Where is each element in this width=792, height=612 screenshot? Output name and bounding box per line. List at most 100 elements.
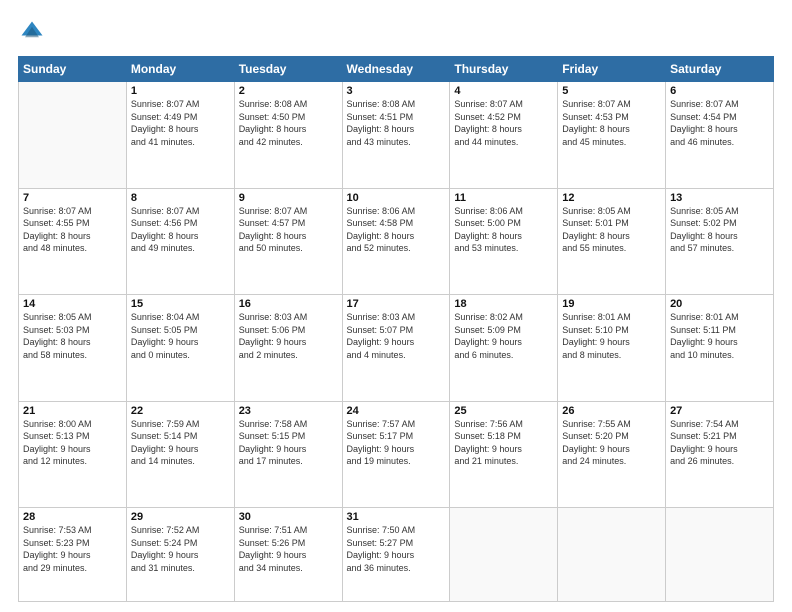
calendar-cell: 16Sunrise: 8:03 AM Sunset: 5:06 PM Dayli…: [234, 295, 342, 402]
calendar-cell: 20Sunrise: 8:01 AM Sunset: 5:11 PM Dayli…: [666, 295, 774, 402]
page: SundayMondayTuesdayWednesdayThursdayFrid…: [0, 0, 792, 612]
calendar-cell: 27Sunrise: 7:54 AM Sunset: 5:21 PM Dayli…: [666, 401, 774, 508]
weekday-header-row: SundayMondayTuesdayWednesdayThursdayFrid…: [19, 57, 774, 82]
day-info: Sunrise: 8:08 AM Sunset: 4:50 PM Dayligh…: [239, 98, 338, 148]
day-number: 20: [670, 298, 769, 310]
day-info: Sunrise: 7:50 AM Sunset: 5:27 PM Dayligh…: [347, 524, 446, 574]
calendar-cell: 30Sunrise: 7:51 AM Sunset: 5:26 PM Dayli…: [234, 508, 342, 602]
day-number: 19: [562, 298, 661, 310]
day-info: Sunrise: 7:58 AM Sunset: 5:15 PM Dayligh…: [239, 418, 338, 468]
day-number: 26: [562, 405, 661, 417]
calendar-cell: 10Sunrise: 8:06 AM Sunset: 4:58 PM Dayli…: [342, 188, 450, 295]
day-number: 14: [23, 298, 122, 310]
calendar-cell: [450, 508, 558, 602]
day-info: Sunrise: 8:00 AM Sunset: 5:13 PM Dayligh…: [23, 418, 122, 468]
calendar-cell: 2Sunrise: 8:08 AM Sunset: 4:50 PM Daylig…: [234, 82, 342, 189]
day-info: Sunrise: 7:56 AM Sunset: 5:18 PM Dayligh…: [454, 418, 553, 468]
day-info: Sunrise: 8:05 AM Sunset: 5:03 PM Dayligh…: [23, 311, 122, 361]
day-info: Sunrise: 7:51 AM Sunset: 5:26 PM Dayligh…: [239, 524, 338, 574]
calendar-cell: 29Sunrise: 7:52 AM Sunset: 5:24 PM Dayli…: [126, 508, 234, 602]
logo-icon: [18, 18, 46, 46]
calendar-cell: 9Sunrise: 8:07 AM Sunset: 4:57 PM Daylig…: [234, 188, 342, 295]
calendar-cell: 1Sunrise: 8:07 AM Sunset: 4:49 PM Daylig…: [126, 82, 234, 189]
calendar-cell: 28Sunrise: 7:53 AM Sunset: 5:23 PM Dayli…: [19, 508, 127, 602]
calendar-cell: 23Sunrise: 7:58 AM Sunset: 5:15 PM Dayli…: [234, 401, 342, 508]
calendar-cell: 31Sunrise: 7:50 AM Sunset: 5:27 PM Dayli…: [342, 508, 450, 602]
day-info: Sunrise: 8:05 AM Sunset: 5:01 PM Dayligh…: [562, 205, 661, 255]
calendar-cell: 17Sunrise: 8:03 AM Sunset: 5:07 PM Dayli…: [342, 295, 450, 402]
calendar-cell: 12Sunrise: 8:05 AM Sunset: 5:01 PM Dayli…: [558, 188, 666, 295]
weekday-sunday: Sunday: [19, 57, 127, 82]
weekday-thursday: Thursday: [450, 57, 558, 82]
day-number: 9: [239, 192, 338, 204]
calendar-cell: 6Sunrise: 8:07 AM Sunset: 4:54 PM Daylig…: [666, 82, 774, 189]
calendar-cell: 18Sunrise: 8:02 AM Sunset: 5:09 PM Dayli…: [450, 295, 558, 402]
day-info: Sunrise: 8:07 AM Sunset: 4:56 PM Dayligh…: [131, 205, 230, 255]
day-number: 22: [131, 405, 230, 417]
day-info: Sunrise: 8:06 AM Sunset: 4:58 PM Dayligh…: [347, 205, 446, 255]
day-info: Sunrise: 8:05 AM Sunset: 5:02 PM Dayligh…: [670, 205, 769, 255]
day-number: 12: [562, 192, 661, 204]
calendar-cell: [558, 508, 666, 602]
day-number: 3: [347, 85, 446, 97]
calendar-cell: 25Sunrise: 7:56 AM Sunset: 5:18 PM Dayli…: [450, 401, 558, 508]
day-number: 27: [670, 405, 769, 417]
day-number: 28: [23, 511, 122, 523]
day-number: 6: [670, 85, 769, 97]
calendar-cell: [19, 82, 127, 189]
day-number: 29: [131, 511, 230, 523]
day-info: Sunrise: 8:08 AM Sunset: 4:51 PM Dayligh…: [347, 98, 446, 148]
weekday-monday: Monday: [126, 57, 234, 82]
calendar-cell: 7Sunrise: 8:07 AM Sunset: 4:55 PM Daylig…: [19, 188, 127, 295]
calendar-cell: 26Sunrise: 7:55 AM Sunset: 5:20 PM Dayli…: [558, 401, 666, 508]
week-row-3: 14Sunrise: 8:05 AM Sunset: 5:03 PM Dayli…: [19, 295, 774, 402]
day-info: Sunrise: 8:03 AM Sunset: 5:07 PM Dayligh…: [347, 311, 446, 361]
day-number: 16: [239, 298, 338, 310]
calendar-cell: 8Sunrise: 8:07 AM Sunset: 4:56 PM Daylig…: [126, 188, 234, 295]
weekday-tuesday: Tuesday: [234, 57, 342, 82]
day-number: 18: [454, 298, 553, 310]
day-info: Sunrise: 8:01 AM Sunset: 5:10 PM Dayligh…: [562, 311, 661, 361]
calendar-cell: 13Sunrise: 8:05 AM Sunset: 5:02 PM Dayli…: [666, 188, 774, 295]
calendar-cell: 24Sunrise: 7:57 AM Sunset: 5:17 PM Dayli…: [342, 401, 450, 508]
day-number: 31: [347, 511, 446, 523]
day-info: Sunrise: 8:07 AM Sunset: 4:49 PM Dayligh…: [131, 98, 230, 148]
day-info: Sunrise: 8:07 AM Sunset: 4:54 PM Dayligh…: [670, 98, 769, 148]
day-number: 8: [131, 192, 230, 204]
calendar-cell: 19Sunrise: 8:01 AM Sunset: 5:10 PM Dayli…: [558, 295, 666, 402]
day-info: Sunrise: 8:07 AM Sunset: 4:55 PM Dayligh…: [23, 205, 122, 255]
day-info: Sunrise: 8:07 AM Sunset: 4:52 PM Dayligh…: [454, 98, 553, 148]
day-info: Sunrise: 8:06 AM Sunset: 5:00 PM Dayligh…: [454, 205, 553, 255]
week-row-2: 7Sunrise: 8:07 AM Sunset: 4:55 PM Daylig…: [19, 188, 774, 295]
calendar-cell: 5Sunrise: 8:07 AM Sunset: 4:53 PM Daylig…: [558, 82, 666, 189]
calendar-cell: 14Sunrise: 8:05 AM Sunset: 5:03 PM Dayli…: [19, 295, 127, 402]
calendar-cell: 11Sunrise: 8:06 AM Sunset: 5:00 PM Dayli…: [450, 188, 558, 295]
calendar-cell: 4Sunrise: 8:07 AM Sunset: 4:52 PM Daylig…: [450, 82, 558, 189]
weekday-saturday: Saturday: [666, 57, 774, 82]
weekday-friday: Friday: [558, 57, 666, 82]
day-number: 2: [239, 85, 338, 97]
day-info: Sunrise: 8:02 AM Sunset: 5:09 PM Dayligh…: [454, 311, 553, 361]
week-row-5: 28Sunrise: 7:53 AM Sunset: 5:23 PM Dayli…: [19, 508, 774, 602]
calendar-cell: 15Sunrise: 8:04 AM Sunset: 5:05 PM Dayli…: [126, 295, 234, 402]
day-number: 11: [454, 192, 553, 204]
day-number: 5: [562, 85, 661, 97]
calendar-cell: 3Sunrise: 8:08 AM Sunset: 4:51 PM Daylig…: [342, 82, 450, 189]
day-info: Sunrise: 8:04 AM Sunset: 5:05 PM Dayligh…: [131, 311, 230, 361]
day-number: 7: [23, 192, 122, 204]
day-number: 30: [239, 511, 338, 523]
week-row-1: 1Sunrise: 8:07 AM Sunset: 4:49 PM Daylig…: [19, 82, 774, 189]
calendar-cell: 21Sunrise: 8:00 AM Sunset: 5:13 PM Dayli…: [19, 401, 127, 508]
day-number: 24: [347, 405, 446, 417]
day-info: Sunrise: 7:54 AM Sunset: 5:21 PM Dayligh…: [670, 418, 769, 468]
day-number: 17: [347, 298, 446, 310]
calendar-cell: 22Sunrise: 7:59 AM Sunset: 5:14 PM Dayli…: [126, 401, 234, 508]
day-number: 10: [347, 192, 446, 204]
calendar: SundayMondayTuesdayWednesdayThursdayFrid…: [18, 56, 774, 602]
logo: [18, 18, 50, 46]
week-row-4: 21Sunrise: 8:00 AM Sunset: 5:13 PM Dayli…: [19, 401, 774, 508]
day-info: Sunrise: 8:07 AM Sunset: 4:53 PM Dayligh…: [562, 98, 661, 148]
day-info: Sunrise: 7:59 AM Sunset: 5:14 PM Dayligh…: [131, 418, 230, 468]
day-number: 21: [23, 405, 122, 417]
day-info: Sunrise: 7:57 AM Sunset: 5:17 PM Dayligh…: [347, 418, 446, 468]
